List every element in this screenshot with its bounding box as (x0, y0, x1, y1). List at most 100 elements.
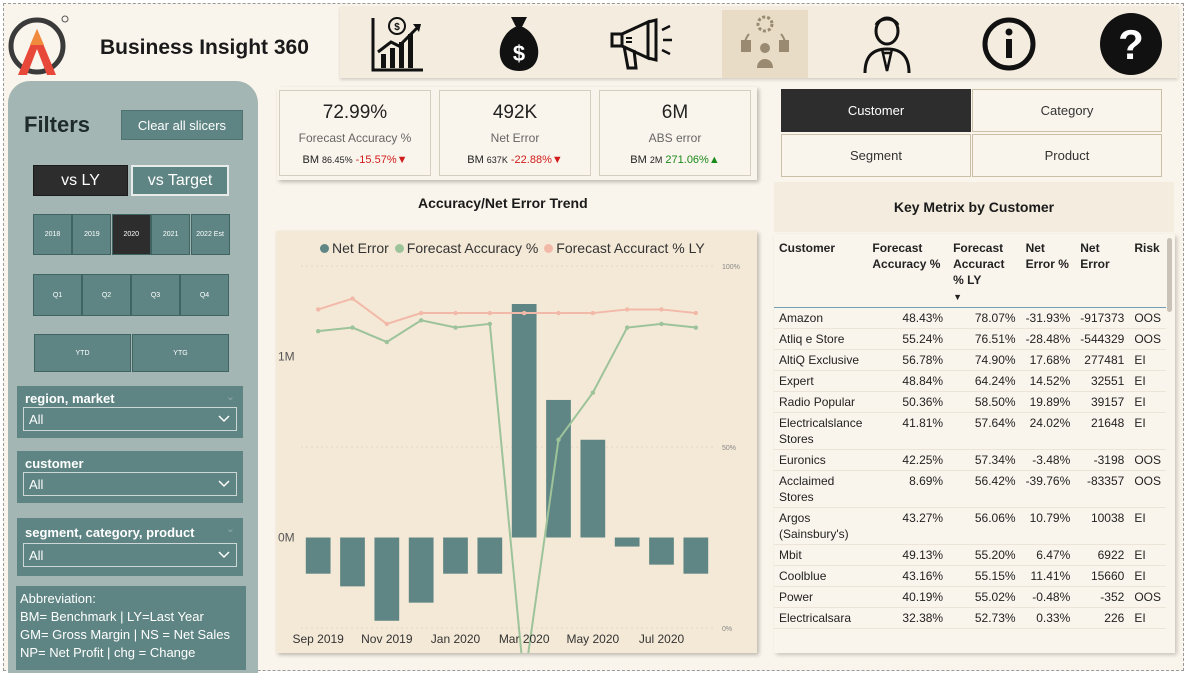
key-metrix-table: Customer Forecast Accuracy % Forecast Ac… (774, 238, 1166, 629)
forecast-accuracy-ly-point (350, 296, 355, 301)
navigation-bar: $ $ ? (340, 6, 1178, 78)
table-row[interactable]: Expert 48.84% 64.24% 14.52% 32551 EI (774, 370, 1166, 392)
table-cell: 19.89% (1020, 391, 1076, 413)
marketing-view-button[interactable] (598, 10, 684, 78)
quarter-option-q2[interactable]: Q2 (82, 274, 131, 316)
tab-product[interactable]: Product (972, 134, 1162, 177)
column-header-forecast-accuracy-ly[interactable]: Forecast Accuract % LY ▼ (948, 238, 1020, 308)
table-cell: Acclaimed Stores (774, 470, 868, 508)
table-row[interactable]: Electricalsara 32.38% 52.73% 0.33% 226 EI (774, 607, 1166, 629)
table-row[interactable]: Electricalslance Stores 41.81% 57.64% 24.02… (774, 412, 1166, 450)
period-option-ytg[interactable]: YTG (132, 334, 229, 372)
period-option-ytd[interactable]: YTD (34, 334, 131, 372)
year-option-2019[interactable]: 2019 (72, 214, 112, 255)
chart-title: Accuracy/Net Error Trend (418, 195, 588, 211)
column-header-customer[interactable]: Customer (774, 238, 867, 308)
table-row[interactable]: AltiQ Exclusive 56.78% 74.90% 17.68% 277481 E… (774, 349, 1166, 371)
down-arrow-icon: ▼ (396, 154, 408, 166)
segment-category-product-slicer: segment, category, product ⌄ All (17, 518, 243, 576)
table-cell: EI (1129, 370, 1166, 392)
table-row[interactable]: Mbit 49.13% 55.20% 6.47% 6922 EI (774, 544, 1166, 566)
table-cell: 42.25% (867, 449, 949, 471)
year-option-2020[interactable]: 2020 (111, 214, 151, 255)
legend-label: Forecast Accuracy % (406, 240, 539, 256)
table-row[interactable]: Coolblue 43.16% 55.15% 11.41% 15660 EI (774, 565, 1166, 587)
quarter-option-q1[interactable]: Q1 (33, 274, 82, 316)
help-view-button[interactable]: ? (1088, 10, 1174, 78)
table-cell: Amazon (774, 307, 868, 329)
forecast-accuracy-ly-point (453, 310, 458, 316)
sales-view-button[interactable]: $ (476, 10, 562, 78)
left-axis-tick-label: 0M (278, 531, 295, 545)
table-cell: 40.19% (867, 586, 949, 608)
about-view-button[interactable] (966, 10, 1052, 78)
table-cell: 58.50% (948, 391, 1021, 413)
table-cell: Atliq e Store (774, 328, 868, 350)
table-row[interactable]: Amazon 48.43% 78.07% -31.93% -917373 OOS (774, 307, 1166, 329)
table-scrollbar[interactable] (1167, 238, 1172, 312)
forecast-accuracy-ly-point (659, 307, 664, 312)
tab-customer[interactable]: Customer (781, 89, 971, 132)
app-title: Business Insight 360 (100, 36, 309, 59)
right-axis-tick-label: 50% (722, 445, 736, 452)
forecast-accuracy-point (624, 325, 630, 330)
quarter-option-q3[interactable]: Q3 (131, 274, 180, 316)
table-cell: EI (1129, 544, 1166, 566)
kpi-change: -22.88% (510, 154, 552, 166)
kpi-name: Net Error (490, 131, 540, 145)
clear-slicers-button[interactable]: Clear all slicers (121, 110, 243, 140)
table-cell: Power (774, 586, 868, 608)
column-header-net-error[interactable]: Net Error (1075, 238, 1129, 308)
segment-category-product-dropdown[interactable]: All (23, 543, 237, 567)
x-axis-tick-label: Nov 2019 (361, 632, 413, 646)
table-cell: 24.02% (1020, 412, 1076, 450)
forecast-accuracy-point (487, 321, 493, 327)
table-row[interactable]: Argos (Sainsbury's) 43.27% 56.06% 10.79% 100… (774, 507, 1166, 545)
legend-item-forecast-accuracy-ly[interactable]: Forecast Accuract % LY (544, 240, 705, 256)
table-row[interactable]: Euronics 42.25% 57.34% -3.48% -3198 OOS (774, 449, 1166, 471)
vs-target-toggle[interactable]: vs Target (131, 165, 229, 196)
kpi-benchmark: BM 86.45% -15.57%▼ (280, 154, 430, 166)
customer-slicer: customer All (17, 451, 243, 503)
customer-dropdown[interactable]: All (23, 472, 237, 496)
chevron-down-icon (218, 551, 230, 559)
table-cell: 39157 (1075, 391, 1130, 413)
legend-item-net-error[interactable]: Net Error (320, 240, 389, 256)
table-row[interactable]: Atliq e Store 55.24% 76.51% -28.48% -544329 O… (774, 328, 1166, 350)
table-cell: OOS (1129, 449, 1166, 471)
supply-chain-view-button[interactable] (722, 10, 808, 78)
table-cell: 78.07% (948, 307, 1021, 329)
tab-category[interactable]: Category (972, 89, 1162, 132)
quarter-option-q4[interactable]: Q4 (180, 274, 229, 316)
executive-view-button[interactable] (844, 10, 930, 78)
key-metrix-table-panel: Customer Forecast Accuracy % Forecast Ac… (774, 234, 1175, 653)
column-header-forecast-accuracy[interactable]: Forecast Accuracy % (867, 238, 948, 308)
region-market-dropdown[interactable]: All (23, 407, 237, 431)
table-row[interactable]: Acclaimed Stores 8.69% 56.42% -39.76% -83357… (774, 470, 1166, 508)
table-row[interactable]: Power 40.19% 55.02% -0.48% -352 OOS (774, 586, 1166, 608)
table-cell: 10038 (1075, 507, 1130, 545)
svg-text:?: ? (1118, 21, 1144, 68)
year-option-2021[interactable]: 2021 (151, 214, 191, 255)
region-market-slicer: region, market ⌄ All (17, 386, 243, 438)
bm-value: 637K (486, 155, 508, 165)
kpi-value: 6M (661, 102, 689, 123)
table-cell: -917373 (1075, 307, 1130, 329)
forecast-accuracy-point (453, 325, 458, 330)
table-cell: 0.33% (1020, 607, 1076, 629)
up-arrow-icon: ▲ (708, 154, 720, 166)
column-header-net-error-pct[interactable]: Net Error % (1021, 238, 1076, 308)
filters-title: Filters (24, 112, 91, 137)
column-header-risk[interactable]: Risk (1129, 238, 1166, 308)
finance-view-button[interactable]: $ (354, 10, 440, 78)
x-axis-tick-label: May 2020 (566, 632, 619, 646)
table-cell: 6922 (1075, 544, 1130, 566)
vs-ly-toggle[interactable]: vs LY (33, 165, 128, 196)
table-row[interactable]: Radio Popular 50.36% 58.50% 19.89% 39157 EI (774, 391, 1166, 413)
legend-item-forecast-accuracy[interactable]: Forecast Accuracy % (394, 240, 539, 256)
net-error-bar (340, 537, 365, 587)
year-option-2018[interactable]: 2018 (33, 214, 72, 255)
table-cell: OOS (1129, 586, 1166, 608)
year-option-2022-est[interactable]: 2022 Est (190, 214, 230, 255)
tab-segment[interactable]: Segment (781, 134, 971, 177)
